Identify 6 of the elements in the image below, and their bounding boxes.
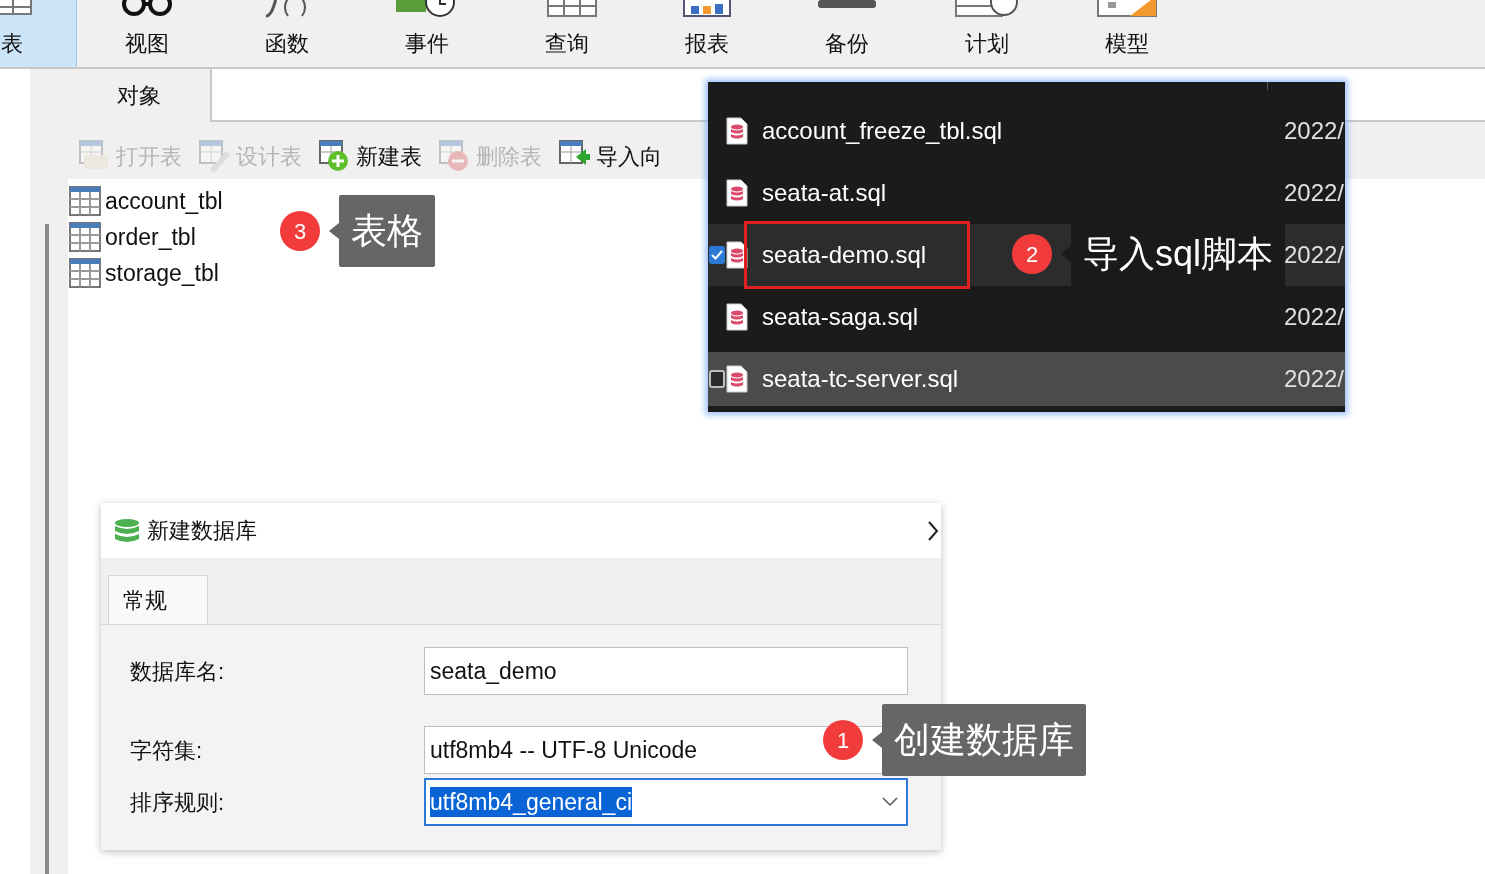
callout-label: 表格 (339, 195, 435, 267)
dialog-title: 新建数据库 (147, 517, 257, 545)
field-label: 字符集: (129, 736, 204, 765)
field-label: 数据库名: (129, 657, 226, 686)
callout-label: 创建数据库 (882, 704, 1086, 776)
field-label: 排序规则: (129, 788, 226, 817)
